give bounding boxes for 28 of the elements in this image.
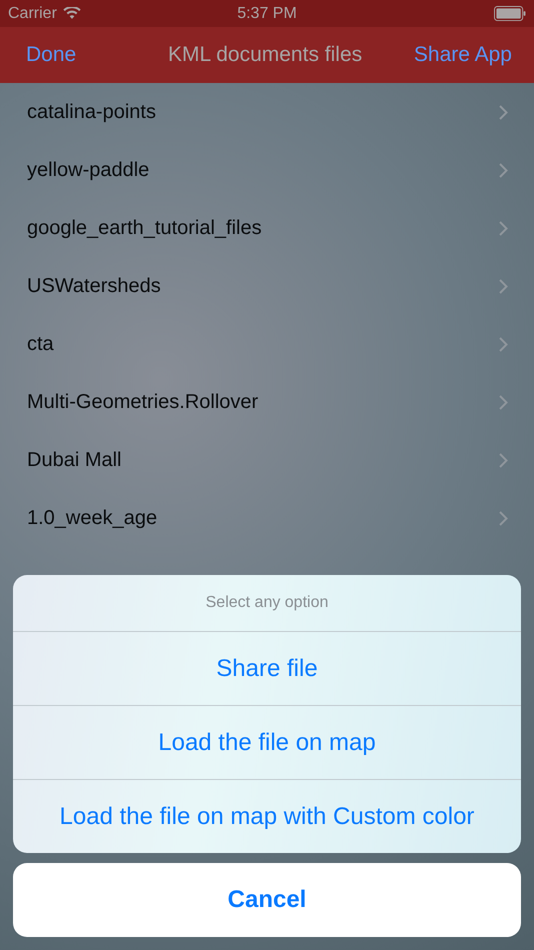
file-row[interactable]: 1.0_week_age xyxy=(0,489,534,547)
file-row[interactable]: yellow-paddle xyxy=(0,141,534,199)
chevron-icon xyxy=(499,394,508,410)
action-option[interactable]: Load the file on map with Custom color xyxy=(13,780,521,853)
chevron-icon xyxy=(499,104,508,120)
action-option[interactable]: Share file xyxy=(13,632,521,706)
screen-title: KML documents files xyxy=(168,43,362,67)
cancel-button[interactable]: Cancel xyxy=(13,863,521,937)
chevron-icon xyxy=(499,336,508,352)
battery-icon xyxy=(494,6,526,21)
chevron-icon xyxy=(499,162,508,178)
share-app-button[interactable]: Share App xyxy=(414,43,512,67)
wifi-icon xyxy=(62,7,81,20)
chevron-icon xyxy=(499,278,508,294)
chevron-icon xyxy=(499,510,508,526)
clock-time: 5:37 PM xyxy=(237,4,297,22)
done-button[interactable]: Done xyxy=(26,43,76,67)
file-row[interactable]: Dubai Mall xyxy=(0,431,534,489)
file-row[interactable]: google_earth_tutorial_files xyxy=(0,199,534,257)
file-row[interactable]: USWatersheds xyxy=(0,257,534,315)
file-row[interactable]: Multi-Geometries.Rollover xyxy=(0,373,534,431)
carrier-label: Carrier xyxy=(8,4,57,22)
file-row[interactable]: catalina-points xyxy=(0,83,534,141)
file-row[interactable]: cta xyxy=(0,315,534,373)
chevron-icon xyxy=(499,220,508,236)
action-option[interactable]: Load the file on map xyxy=(13,706,521,780)
chevron-icon xyxy=(499,452,508,468)
action-sheet-title: Select any option xyxy=(13,575,521,632)
